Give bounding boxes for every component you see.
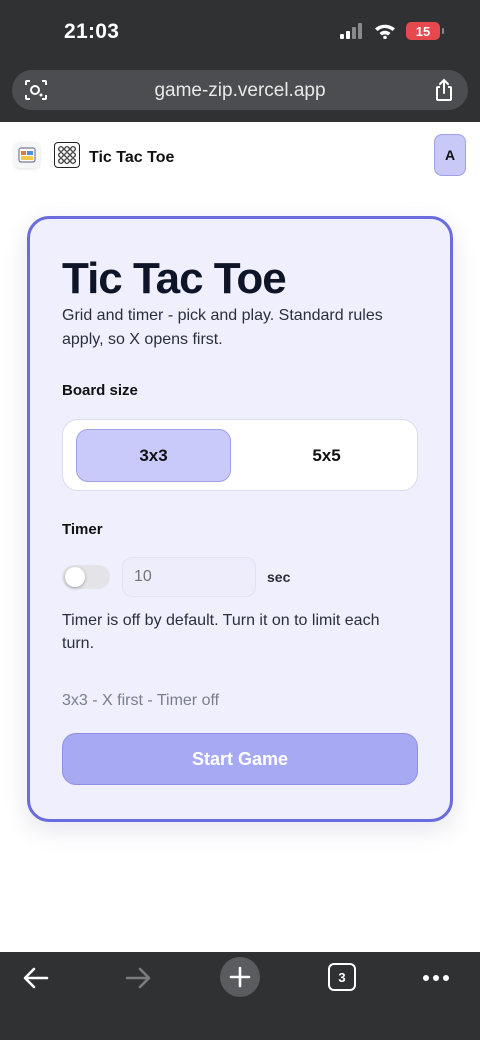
app-favicon-icon[interactable] — [14, 142, 40, 168]
board-size-selector: 3x3 5x5 — [62, 419, 418, 491]
status-time: 21:03 — [64, 20, 120, 43]
status-icons: 15 — [340, 22, 444, 40]
back-button[interactable] — [18, 962, 54, 994]
timer-help-text: Timer is off by default. Turn it on to l… — [62, 612, 380, 652]
site-title[interactable]: Tic Tac Toe — [89, 149, 174, 167]
settings-summary: 3x3 - X first - Timer off — [62, 692, 220, 709]
new-tab-button[interactable] — [220, 957, 260, 997]
signal-icon — [340, 23, 362, 39]
plus-icon — [229, 966, 251, 988]
board-size-label: Board size — [62, 382, 138, 399]
timer-label: Timer — [62, 521, 103, 538]
more-options-button[interactable] — [418, 962, 454, 994]
tabs-button[interactable]: 3 — [328, 963, 356, 991]
battery-icon: 15 — [406, 22, 444, 40]
timer-toggle[interactable] — [62, 565, 110, 589]
arrow-right-icon — [125, 967, 151, 989]
game-description: Grid and timer - pick and play. Standard… — [62, 307, 383, 348]
avatar[interactable]: A — [434, 134, 466, 176]
tic-tac-toe-logo-icon — [54, 142, 80, 168]
share-icon[interactable] — [434, 78, 454, 102]
wifi-icon — [375, 24, 395, 39]
arrow-left-icon — [23, 967, 49, 989]
forward-button[interactable] — [120, 962, 156, 994]
timer-seconds-input[interactable] — [122, 557, 256, 597]
start-game-button[interactable]: Start Game — [62, 733, 418, 785]
board-size-5x5-option[interactable]: 5x5 — [249, 429, 404, 482]
more-dots-icon — [423, 975, 449, 981]
page-title: Tic Tac Toe — [62, 254, 287, 303]
url-text: game-zip.vercel.app — [154, 80, 326, 101]
timer-unit-label: sec — [267, 569, 291, 585]
address-bar[interactable]: game-zip.vercel.app — [12, 70, 468, 110]
timer-toggle-knob — [65, 567, 85, 587]
board-size-3x3-option[interactable]: 3x3 — [76, 429, 231, 482]
